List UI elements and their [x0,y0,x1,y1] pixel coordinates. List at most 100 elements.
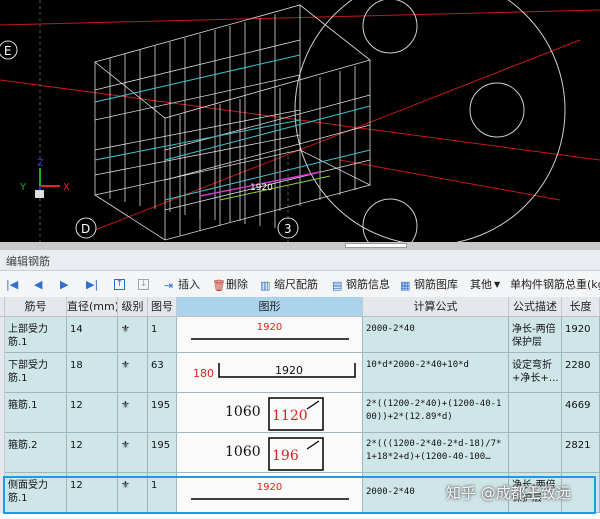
move-up-button[interactable]: ↑ [114,277,128,291]
cell-length[interactable]: 2280 [562,353,600,393]
cell-bar-name[interactable]: 上部受力筋.1 [5,317,67,353]
cell-diameter[interactable]: 14 [67,317,118,353]
next-record-icon[interactable]: ▶ [60,277,68,291]
other-dropdown[interactable]: 其他 ▼ [470,277,500,291]
shape-dim-main: 1120 [272,408,308,424]
panel-title: 编辑钢筋 [6,255,50,268]
cell-formula-desc[interactable]: 净长-两倍保护层 [509,317,562,353]
cell-formula-desc[interactable]: 设定弯折+净长+… [509,353,562,393]
column-header-diameter[interactable]: 直径(mm) [67,297,118,317]
dimension-label: 1920 [250,183,273,193]
cell-figure-no[interactable]: 195 [148,433,177,473]
cell-grade[interactable]: ⚜ [118,317,148,353]
cell-bar-name[interactable]: 箍筋.1 [5,393,67,433]
shape-straight-bar [191,498,349,500]
arrow-down-icon: ↓ [138,278,149,290]
cell-grade[interactable]: ⚜ [118,393,148,433]
axis-label-d: D [81,222,90,236]
scale-label: 缩尺配筋 [274,278,318,291]
rebar-info-button[interactable]: ▤ 钢筋信息 [332,277,390,292]
cell-formula[interactable]: 10*d*2000-2*40+10*d [363,353,509,393]
column-header-shape[interactable]: 图形 [177,297,363,317]
cell-shape[interactable]: 1060 1120 [177,393,363,433]
first-record-icon[interactable]: |◀ [6,277,18,291]
delete-icon: 🗑 [212,278,226,292]
cell-formula[interactable]: 2000-2*40 [363,317,509,353]
previous-record-icon[interactable]: ◀ [34,277,42,291]
cell-figure-no[interactable]: 1 [148,473,177,513]
splitter-grip[interactable] [345,243,407,248]
shape-stirrup [268,397,324,431]
rebar-3d-view: 1920 E D 3 X Y Z [0,0,600,242]
cell-diameter[interactable]: 12 [67,473,118,513]
cell-shape[interactable]: 1920 [177,317,363,353]
cell-formula[interactable]: 2*(((1200-2*40-2*d-18)/7*1+18*2+d)+(1200… [363,433,509,473]
rebar-library-label: 钢筋图库 [414,278,458,291]
total-weight-label: 单构件钢筋总重(kg [510,278,600,291]
table-row[interactable]: 上部受力筋.1 14 ⚜ 1 1920 2000-2*40 净长-两倍保护层 1… [0,317,600,353]
shape-stirrup [268,437,324,471]
insert-button[interactable]: ⇥ 插入 [164,277,200,292]
shape-dim-main: 1920 [256,482,283,493]
axis-gizmo-icon: X Y Z [19,158,70,198]
rebar-info-label: 钢筋信息 [346,278,390,291]
insert-label: 插入 [178,278,200,291]
cell-bar-name[interactable]: 侧面受力筋.1 [5,473,67,513]
3d-viewport[interactable]: 1920 E D 3 X Y Z [0,0,600,242]
last-record-icon[interactable]: ▶| [86,277,98,291]
cell-diameter[interactable]: 18 [67,353,118,393]
column-header-formula-desc[interactable]: 公式描述 [509,297,562,317]
cell-diameter[interactable]: 12 [67,433,118,473]
shape-dim-main: 196 [272,448,299,464]
rebar-library-button[interactable]: ▦ 钢筋图库 [400,277,458,292]
cell-shape[interactable]: 180 1920 [177,353,363,393]
scale-rebar-button[interactable]: ▥ 缩尺配筋 [260,277,318,292]
svg-text:Z: Z [37,158,44,169]
shape-dim-main: 1920 [256,322,283,333]
arrow-up-icon: ↑ [114,278,125,290]
cell-grade[interactable]: ⚜ [118,473,148,513]
column-header-length[interactable]: 长度 [562,297,600,317]
other-label: 其他 [470,278,492,291]
toolbar: |◀ ◀ ▶ ▶| ↑ ↓ ⇥ 插入 🗑 删除 ▥ 缩尺配筋 ▤ 钢筋信息 ▦ 钢筋图库 … [0,271,600,298]
column-header-formula[interactable]: 计算公式 [363,297,509,317]
cell-length[interactable]: 4669 [562,393,600,433]
cell-diameter[interactable]: 12 [67,393,118,433]
svg-text:X: X [63,182,70,193]
cell-formula[interactable]: 2*((1200-2*40)+(1200-40-100))+2*(12.89*d… [363,393,509,433]
delete-label: 删除 [226,278,248,291]
column-header-bar-number[interactable]: 筋号 [5,297,67,317]
svg-text:Y: Y [19,182,27,193]
cell-grade[interactable]: ⚜ [118,353,148,393]
table-row[interactable]: 箍筋.1 12 ⚜ 195 1060 1120 2*((1200-2*40)+(… [0,393,600,433]
cell-grade[interactable]: ⚜ [118,433,148,473]
insert-icon: ⇥ [164,278,174,292]
cell-length[interactable]: 2821 [562,433,600,473]
cell-formula-desc[interactable] [509,393,562,433]
grade-icon: ⚜ [121,480,130,491]
column-header-grade[interactable]: 级别 [118,297,148,317]
grade-icon: ⚜ [121,324,130,335]
scale-icon: ▥ [260,278,271,292]
cell-shape[interactable]: 1920 [177,473,363,513]
chevron-down-icon: ▼ [494,279,501,289]
cell-figure-no[interactable]: 195 [148,393,177,433]
shape-dim-left: 1060 [225,444,261,460]
axis-label-3: 3 [284,222,292,236]
column-header-figure-no[interactable]: 图号 [148,297,177,317]
cell-figure-no[interactable]: 1 [148,317,177,353]
cell-bar-name[interactable]: 箍筋.2 [5,433,67,473]
table-row[interactable]: 箍筋.2 12 ⚜ 195 1060 196 2*(((1200-2*40-2*… [0,433,600,473]
move-down-button[interactable]: ↓ [138,277,152,291]
cell-length[interactable]: 1920 [562,317,600,353]
cell-formula-desc[interactable] [509,433,562,473]
cell-bar-name[interactable]: 下部受力筋.1 [5,353,67,393]
cell-figure-no[interactable]: 63 [148,353,177,393]
panel-title-bar: 编辑钢筋 [0,250,600,271]
axis-label-e: E [4,44,12,58]
delete-button[interactable]: 🗑 删除 [212,277,248,292]
cell-shape[interactable]: 1060 196 [177,433,363,473]
shape-dim-bend: 180 [193,367,214,380]
panel-splitter[interactable] [0,242,600,250]
table-row[interactable]: 下部受力筋.1 18 ⚜ 63 180 1920 10*d*2000-2*40+… [0,353,600,393]
